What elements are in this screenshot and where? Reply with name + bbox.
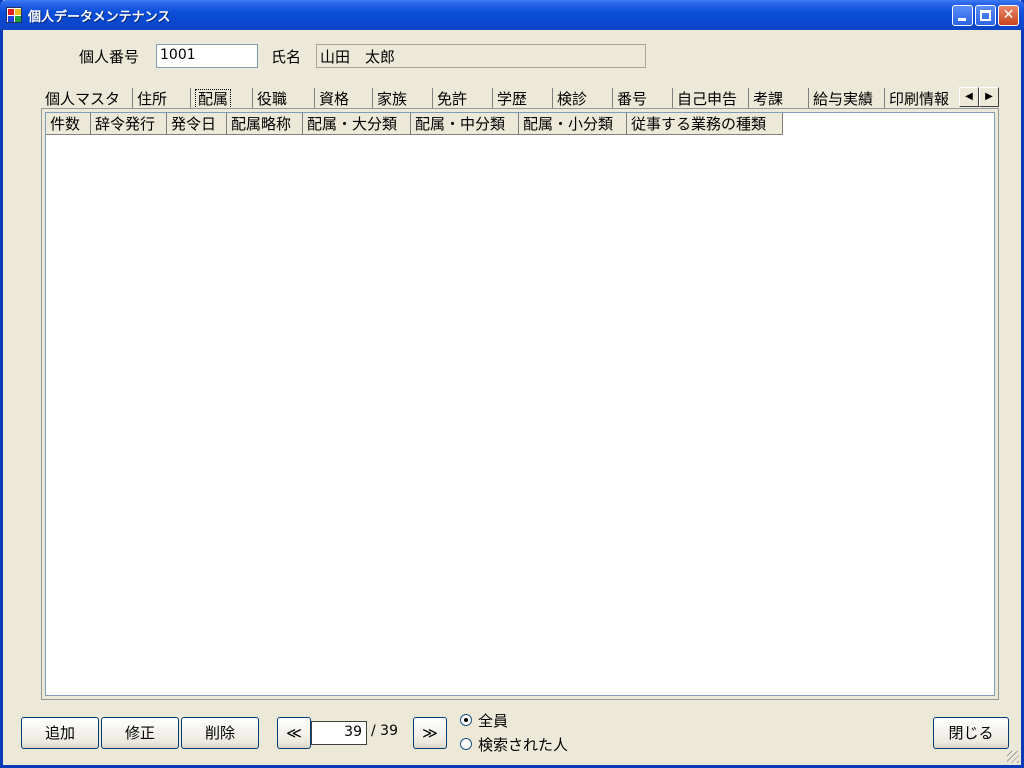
column-issue-date[interactable]: 発令日 (167, 113, 227, 135)
minimize-button[interactable] (952, 5, 973, 26)
delete-button[interactable]: 削除 (181, 717, 259, 749)
resize-grip[interactable] (1007, 751, 1019, 763)
tab-scroll-right-button[interactable]: ▶ (979, 87, 999, 107)
column-middle-category[interactable]: 配属・中分類 (411, 113, 519, 135)
title-bar[interactable]: 個人データメンテナンス ✕ (0, 0, 1024, 30)
close-window-button[interactable]: ✕ (998, 5, 1019, 26)
tab-position[interactable]: 役職 (253, 88, 315, 110)
column-count[interactable]: 件数 (46, 113, 91, 135)
close-icon: ✕ (1002, 7, 1015, 23)
tab-scroll: ◀ ▶ (959, 87, 999, 107)
column-assignment-abbr[interactable]: 配属略称 (227, 113, 303, 135)
tab-personal-master[interactable]: 個人マスタ (41, 88, 133, 110)
radio-searched[interactable] (460, 738, 472, 750)
radio-all-label[interactable]: 全員 (478, 710, 508, 731)
column-job-type[interactable]: 従事する業務の種類 (627, 113, 783, 135)
prev-record-button[interactable]: ≪ (277, 717, 311, 749)
tab-salary-record[interactable]: 給与実績 (809, 88, 885, 110)
main-window: 個人データメンテナンス ✕ 個人番号 1001 氏名 山田 太郎 個人マスタ 住… (0, 0, 1024, 768)
right-arrow-icon: ▶ (985, 91, 993, 102)
assignment-list[interactable]: 件数 辞令発行 発令日 配属略称 配属・大分類 配属・中分類 配属・小分類 従事… (45, 112, 995, 696)
left-arrow-icon: ◀ (965, 91, 973, 102)
close-button[interactable]: 閉じる (933, 717, 1009, 749)
maximize-icon (980, 10, 991, 21)
radio-searched-label[interactable]: 検索された人 (478, 734, 568, 755)
name-field: 山田 太郎 (316, 44, 646, 68)
tab-number[interactable]: 番号 (613, 88, 673, 110)
app-icon (6, 7, 22, 23)
tab-self-report[interactable]: 自己申告 (673, 88, 749, 110)
tab-panel: 件数 辞令発行 発令日 配属略称 配属・大分類 配属・中分類 配属・小分類 従事… (41, 108, 999, 700)
tab-checkup[interactable]: 検診 (553, 88, 613, 110)
tab-qualification[interactable]: 資格 (315, 88, 373, 110)
id-label: 個人番号 (79, 48, 140, 66)
minimize-icon (958, 18, 966, 21)
tab-address[interactable]: 住所 (133, 88, 191, 110)
edit-button[interactable]: 修正 (101, 717, 179, 749)
record-total: / 39 (371, 723, 398, 739)
tab-education[interactable]: 学歴 (493, 88, 553, 110)
id-input[interactable]: 1001 (156, 44, 258, 68)
tab-family[interactable]: 家族 (373, 88, 433, 110)
column-order-issue[interactable]: 辞令発行 (91, 113, 167, 135)
tab-license[interactable]: 免許 (433, 88, 493, 110)
tab-print-info[interactable]: 印刷情報 (885, 88, 959, 110)
radio-all[interactable] (460, 714, 472, 726)
next-record-button[interactable]: ≫ (413, 717, 447, 749)
window-title: 個人データメンテナンス (28, 10, 171, 25)
tab-evaluation[interactable]: 考課 (749, 88, 809, 110)
name-label: 氏名 (271, 48, 302, 66)
record-number-input[interactable]: 39 (311, 721, 367, 745)
column-minor-category[interactable]: 配属・小分類 (519, 113, 627, 135)
add-button[interactable]: 追加 (21, 717, 99, 749)
tab-scroll-left-button[interactable]: ◀ (959, 87, 979, 107)
tab-assignment[interactable]: 配属 (191, 88, 253, 110)
column-major-category[interactable]: 配属・大分類 (303, 113, 411, 135)
maximize-button[interactable] (975, 5, 996, 26)
